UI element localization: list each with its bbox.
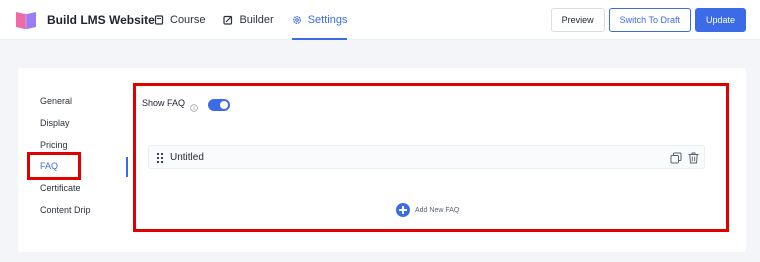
header-actions: Preview Switch To Draft Update: [547, 8, 746, 32]
main-nav: Course Builder Settings: [154, 0, 365, 40]
nav-settings[interactable]: Settings: [291, 0, 348, 40]
trash-icon[interactable]: [688, 151, 699, 164]
info-icon: [190, 99, 198, 112]
sidebar-item-content-drip[interactable]: Content Drip: [40, 205, 91, 215]
sidebar-item-certificate[interactable]: Certificate: [40, 183, 81, 193]
add-new-faq-button[interactable]: Add New FAQ: [396, 203, 459, 217]
sidebar-active-indicator: [126, 157, 128, 177]
show-faq-row: Show FAQ: [142, 98, 198, 112]
sidebar-item-general[interactable]: General: [40, 96, 72, 106]
app-title: Build LMS Website: [47, 13, 155, 27]
add-new-faq-label: Add New FAQ: [415, 206, 460, 214]
sidebar-item-display[interactable]: Display: [40, 118, 70, 128]
highlight-box-faq-tab: [27, 152, 81, 180]
show-faq-toggle[interactable]: [208, 99, 230, 111]
gear-icon: [292, 15, 302, 25]
nav-course[interactable]: Course: [154, 0, 205, 40]
toggle-knob: [220, 101, 228, 109]
nav-builder[interactable]: Builder: [223, 0, 274, 40]
nav-builder-label: Builder: [239, 14, 274, 26]
top-bar: Build LMS Website Course Builder Setting…: [0, 0, 760, 40]
sidebar-item-pricing[interactable]: Pricing: [40, 140, 68, 150]
faq-item-title[interactable]: Untitled: [170, 152, 204, 163]
switch-to-draft-button[interactable]: Switch To Draft: [608, 8, 691, 32]
nav-course-label: Course: [170, 14, 206, 26]
faq-list-item[interactable]: Untitled: [148, 145, 705, 169]
preview-button[interactable]: Preview: [550, 8, 605, 32]
duplicate-icon[interactable]: [670, 151, 682, 164]
course-icon: [154, 15, 164, 25]
update-button[interactable]: Update: [694, 8, 746, 32]
builder-icon: [223, 15, 233, 25]
show-faq-label: Show FAQ: [142, 98, 186, 108]
drag-handle-icon[interactable]: [156, 151, 164, 164]
book-logo-icon: [15, 10, 37, 30]
plus-icon: [396, 203, 410, 217]
nav-settings-label: Settings: [307, 14, 348, 26]
brand: Build LMS Website: [15, 10, 155, 30]
